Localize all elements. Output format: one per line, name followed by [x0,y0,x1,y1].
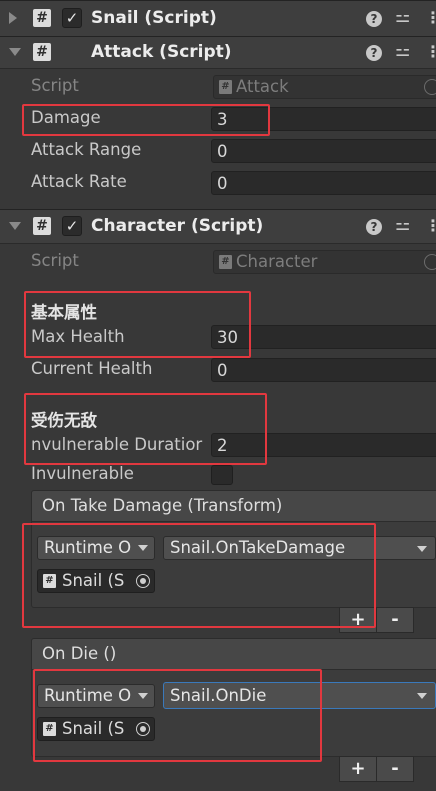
function-value: Snail.OnDie [170,686,267,705]
component-title: Attack (Script) [91,42,232,62]
max-health-input[interactable]: 30 [211,325,436,349]
max-health-label: Max Health [31,327,125,346]
component-enabled-checkbox[interactable]: ✓ [62,8,82,28]
settings-icon[interactable]: ⚍ [395,7,410,27]
help-icon[interactable]: ? [366,45,382,61]
attack-range-input[interactable]: 0 [211,139,436,163]
target-object-value: Snail (S [62,571,125,590]
on-die-event-header: On Die () [31,638,436,670]
remove-listener-button[interactable]: - [376,756,414,782]
object-picker-icon[interactable] [136,722,150,736]
script-name: Attack [236,77,289,96]
invulnerable-duration-input[interactable]: 2 [211,433,436,457]
help-icon[interactable]: ? [366,11,382,27]
object-picker-icon[interactable] [136,574,150,588]
script-label: Script [31,251,79,270]
attack-rate-label: Attack Rate [31,172,127,191]
script-object-field: # Attack [213,75,436,99]
target-object-field[interactable]: # Snail (S [37,569,155,593]
component-title: Character (Script) [91,216,264,236]
current-health-input[interactable]: 0 [211,358,436,382]
chevron-down-icon [138,693,148,699]
script-hash-icon: # [43,574,56,588]
attack-range-label: Attack Range [31,140,142,159]
object-picker-icon [424,79,436,95]
more-options-icon[interactable]: ⋮ [425,216,436,235]
script-label: Script [31,76,79,95]
target-object-value: Snail (S [62,719,125,738]
add-listener-button[interactable]: + [339,756,377,782]
chevron-down-icon [417,693,427,699]
invulnerable-checkbox[interactable] [211,465,233,485]
runtime-mode-dropdown[interactable]: Runtime O [37,684,155,708]
settings-icon[interactable]: ⚍ [395,41,410,61]
attack-component-header[interactable]: # Attack (Script) ? ⚍ ⋮ [0,36,436,69]
attack-rate-input[interactable]: 0 [211,171,436,195]
current-health-label: Current Health [31,359,153,378]
component-title: Snail (Script) [91,8,217,28]
runtime-mode-value: Runtime O [44,686,132,705]
script-object-field: # Character [213,250,436,274]
script-hash-icon: # [43,722,56,736]
script-hash-icon: # [219,255,232,269]
runtime-mode-dropdown[interactable]: Runtime O [37,536,155,560]
invulnerable-duration-label: nvulnerable Duratior [31,435,203,454]
component-enabled-checkbox[interactable]: ✓ [62,216,82,236]
more-options-icon[interactable]: ⋮ [425,8,436,27]
more-options-icon[interactable]: ⋮ [425,42,436,61]
section-header-basic-attributes: 基本属性 [31,303,97,322]
snail-component-header[interactable]: # ✓ Snail (Script) ? ⚍ ⋮ [0,0,436,37]
on-take-damage-event-list [31,521,436,608]
on-take-damage-event-header: On Take Damage (Transform) [31,490,436,522]
character-component-header[interactable]: # ✓ Character (Script) ? ⚍ ⋮ [0,209,436,244]
chevron-down-icon [138,545,148,551]
function-dropdown[interactable]: Snail.OnTakeDamage [163,536,436,560]
settings-icon[interactable]: ⚍ [395,215,410,235]
script-name: Character [236,252,318,271]
foldout-expanded-icon[interactable] [9,48,21,56]
section-header-invulnerability: 受伤无敌 [31,411,97,430]
script-hash-icon: # [33,217,51,235]
target-object-field[interactable]: # Snail (S [37,717,155,741]
remove-listener-button[interactable]: - [376,607,414,633]
runtime-mode-value: Runtime O [44,538,132,557]
function-dropdown[interactable]: Snail.OnDie [163,682,436,709]
add-listener-button[interactable]: + [339,607,377,633]
script-hash-icon: # [219,80,232,94]
damage-input[interactable]: 3 [211,107,436,131]
foldout-collapsed-icon[interactable] [9,12,17,24]
chevron-down-icon [417,546,427,552]
script-hash-icon: # [33,9,51,27]
foldout-expanded-icon[interactable] [9,222,21,230]
help-icon[interactable]: ? [366,219,382,235]
script-hash-icon: # [33,43,51,61]
object-picker-icon [424,254,436,270]
damage-label: Damage [31,108,101,127]
function-value: Snail.OnTakeDamage [170,538,346,557]
invulnerable-label: Invulnerable [31,464,134,483]
